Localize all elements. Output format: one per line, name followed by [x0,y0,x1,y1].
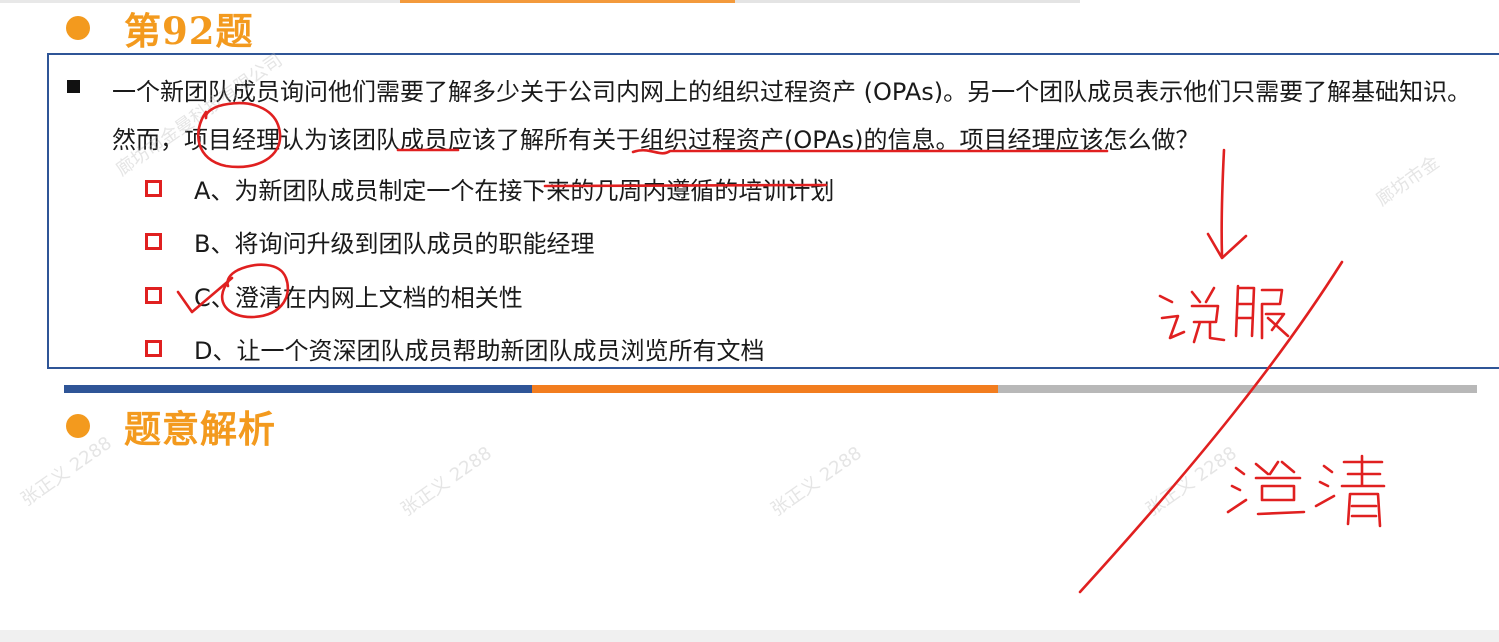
watermark: 张正义 2288 [397,442,496,521]
bottom-strip [0,630,1499,642]
orange-dot-icon [66,16,90,40]
option-c-label: C、澄清在内网上文档的相关性 [194,283,523,312]
square-bullet-icon [67,80,80,93]
orange-dot-icon [66,414,90,438]
option-d[interactable]: D、让一个资深团队成员帮助新团队成员浏览所有文档 [145,328,764,368]
option-marker-icon [145,286,162,304]
option-b[interactable]: B、将询问升级到团队成员的职能经理 [145,221,594,261]
option-d-label: D、让一个资深团队成员帮助新团队成员浏览所有文档 [194,336,765,365]
option-marker-icon [145,179,162,197]
option-b-label: B、将询问升级到团队成员的职能经理 [194,229,595,258]
option-marker-icon [145,339,162,357]
watermark: 张正义 2288 [767,442,866,521]
section-divider [64,385,1477,393]
question-number-title: 第92题 [124,9,254,53]
option-c[interactable]: C、澄清在内网上文档的相关性 [145,275,523,315]
question-text: 一个新团队成员询问他们需要了解多少关于公司内网上的组织过程资产 (OPAs)。另… [112,78,1472,154]
analysis-title: 题意解析 [124,407,276,451]
question-heading: 第92题 [66,4,254,53]
option-marker-icon [145,232,162,250]
ink-glyph-chengqing [1226,454,1386,528]
watermark: 张正义 2288 [1142,442,1241,521]
option-a-label: A、为新团队成员制定一个在接下来的几周内遵循的培训计划 [194,176,835,205]
option-a[interactable]: A、为新团队成员制定一个在接下来的几周内遵循的培训计划 [145,168,834,208]
